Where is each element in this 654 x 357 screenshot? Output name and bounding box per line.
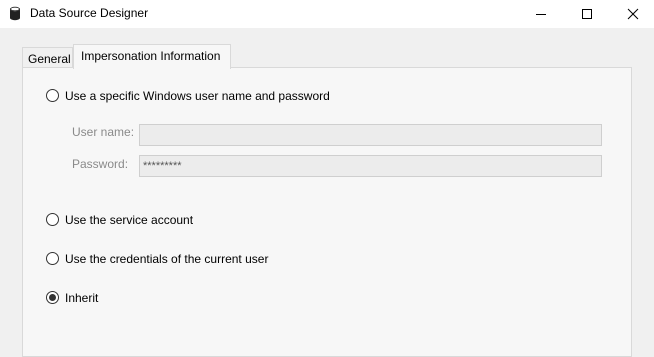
option-specific-user-label: Use a specific Windows user name and pas… <box>65 89 330 103</box>
window-title: Data Source Designer <box>30 6 149 20</box>
option-service-account-label: Use the service account <box>65 213 194 227</box>
username-input[interactable] <box>139 124 602 146</box>
option-inherit-label: Inherit <box>65 291 99 305</box>
minimize-button[interactable] <box>518 0 564 28</box>
password-label: Password: <box>72 157 129 171</box>
maximize-button[interactable] <box>564 0 610 28</box>
tab-general[interactable]: General <box>22 47 73 67</box>
radio-specific-user[interactable] <box>46 89 59 102</box>
option-current-user-label: Use the credentials of the current user <box>65 252 269 266</box>
tab-general-label: General <box>28 52 71 66</box>
tab-impersonation-label: Impersonation Information <box>81 49 221 63</box>
close-icon <box>627 8 639 20</box>
radio-service-account[interactable] <box>46 213 59 226</box>
close-button[interactable] <box>610 0 654 28</box>
impersonation-panel <box>22 67 632 357</box>
radio-dot <box>49 294 56 301</box>
minimize-icon <box>536 14 546 15</box>
radio-inherit[interactable] <box>46 291 59 304</box>
title-bar: Data Source Designer <box>0 0 654 28</box>
username-label: User name: <box>72 125 135 139</box>
tab-impersonation-information[interactable]: Impersonation Information <box>73 44 231 69</box>
database-icon <box>10 6 20 21</box>
maximize-icon <box>582 9 592 19</box>
radio-current-user[interactable] <box>46 252 59 265</box>
password-input[interactable] <box>139 155 602 177</box>
